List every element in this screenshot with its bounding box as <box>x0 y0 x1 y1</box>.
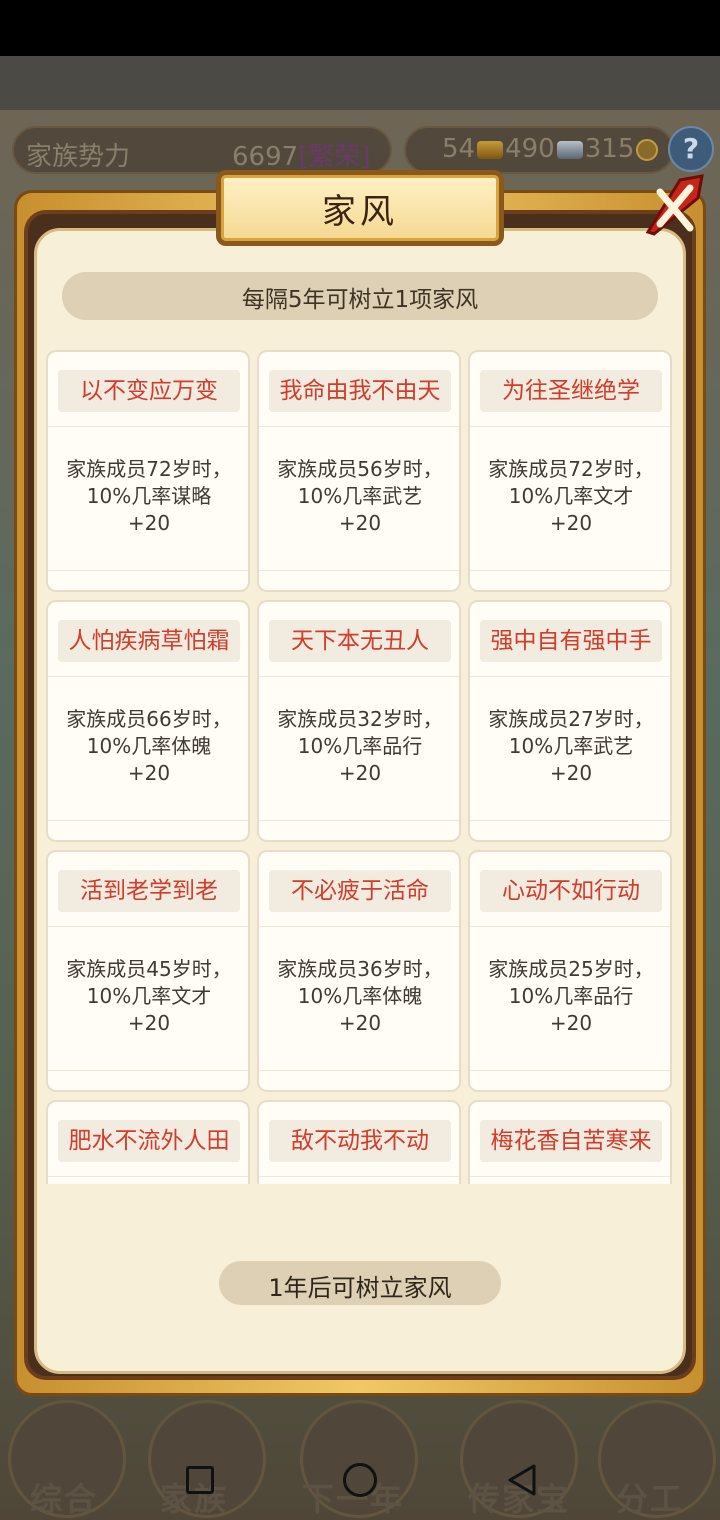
coin-count: 315 <box>584 134 635 164</box>
card-divider <box>470 676 670 677</box>
card-divider <box>470 1070 670 1071</box>
motto-description: 家族成员27岁时，10%几率武艺+20 <box>488 707 654 785</box>
card-divider <box>470 1176 670 1177</box>
gold-ingot-icon <box>477 140 504 159</box>
card-divider <box>48 820 248 821</box>
motto-description: 家族成员36岁时，10%几率体魄+20 <box>277 957 443 1035</box>
motto-card[interactable]: 不必疲于活命 家族成员36岁时，10%几率体魄+20 <box>257 850 461 1092</box>
help-button[interactable]: ? <box>668 126 714 172</box>
motto-title: 我命由我不由天 <box>269 370 451 412</box>
motto-description: 家族成员72岁时，10%几率文才+20 <box>488 457 654 535</box>
coin-icon <box>636 138 659 161</box>
motto-title: 为往圣继绝学 <box>480 370 662 412</box>
nav-item-overview[interactable]: 综合 <box>30 1474 98 1520</box>
close-icon[interactable] <box>640 172 710 244</box>
motto-card[interactable]: 肥水不流外人田 <box>46 1100 250 1184</box>
card-divider <box>259 926 459 927</box>
motto-card[interactable]: 梅花香自苦寒来 <box>468 1100 672 1184</box>
motto-title: 不必疲于活命 <box>269 870 451 912</box>
card-divider <box>259 1176 459 1177</box>
status-bar <box>0 0 720 56</box>
motto-card[interactable]: 心动不如行动 家族成员25岁时，10%几率品行+20 <box>468 850 672 1092</box>
card-divider <box>259 820 459 821</box>
home-icon[interactable] <box>343 1463 377 1497</box>
family-power-label: 家族势力 <box>26 142 131 172</box>
motto-description: 家族成员45岁时，10%几率文才+20 <box>66 957 232 1035</box>
motto-card[interactable]: 强中自有强中手 家族成员27岁时，10%几率武艺+20 <box>468 600 672 842</box>
card-divider <box>259 676 459 677</box>
motto-title: 敌不动我不动 <box>269 1120 451 1162</box>
nav-item-assignment[interactable]: 分工 <box>616 1474 684 1520</box>
card-divider <box>48 676 248 677</box>
motto-description: 家族成员25岁时，10%几率品行+20 <box>488 957 654 1035</box>
motto-title: 天下本无丑人 <box>269 620 451 662</box>
motto-card[interactable]: 敌不动我不动 <box>257 1100 461 1184</box>
motto-description: 家族成员66岁时，10%几率体魄+20 <box>66 707 232 785</box>
card-divider <box>470 570 670 571</box>
motto-title: 以不变应万变 <box>58 370 240 412</box>
motto-card[interactable]: 天下本无丑人 家族成员32岁时，10%几率品行+20 <box>257 600 461 842</box>
card-divider <box>48 1176 248 1177</box>
silver-ingot-icon <box>556 140 583 159</box>
motto-card[interactable]: 为往圣继绝学 家族成员72岁时，10%几率文才+20 <box>468 350 672 592</box>
motto-description: 家族成员72岁时，10%几率谋略+20 <box>66 457 232 535</box>
card-divider <box>48 570 248 571</box>
motto-title: 肥水不流外人田 <box>58 1120 240 1162</box>
motto-title: 强中自有强中手 <box>480 620 662 662</box>
motto-card[interactable]: 我命由我不由天 家族成员56岁时，10%几率武艺+20 <box>257 350 461 592</box>
motto-description: 家族成员56岁时，10%几率武艺+20 <box>277 457 443 535</box>
motto-title: 人怕疾病草怕霜 <box>58 620 240 662</box>
card-divider <box>470 926 670 927</box>
back-icon[interactable] <box>504 1462 540 1498</box>
family-motto-grid[interactable]: 以不变应万变 家族成员72岁时，10%几率谋略+20 我命由我不由天 家族成员5… <box>46 350 676 1184</box>
motto-card[interactable]: 以不变应万变 家族成员72岁时，10%几率谋略+20 <box>46 350 250 592</box>
motto-title: 梅花香自苦寒来 <box>480 1120 662 1162</box>
card-divider <box>48 1070 248 1071</box>
motto-card[interactable]: 人怕疾病草怕霜 家族成员66岁时，10%几率体魄+20 <box>46 600 250 842</box>
card-divider <box>48 426 248 427</box>
recent-apps-icon[interactable] <box>186 1466 214 1494</box>
power-number: 6697 <box>232 142 299 172</box>
dim-overlay <box>0 56 720 110</box>
next-motto-countdown: 1年后可树立家风 <box>268 1274 452 1302</box>
card-divider <box>470 820 670 821</box>
card-divider <box>259 1070 459 1071</box>
motto-title: 活到老学到老 <box>58 870 240 912</box>
card-divider <box>259 570 459 571</box>
family-power-value: 6697[繁荣] <box>232 136 370 173</box>
motto-description: 家族成员32岁时，10%几率品行+20 <box>277 707 443 785</box>
motto-card[interactable]: 活到老学到老 家族成员45岁时，10%几率文才+20 <box>46 850 250 1092</box>
gold-count: 54 <box>442 134 476 164</box>
card-divider <box>470 426 670 427</box>
card-divider <box>48 926 248 927</box>
motto-title: 心动不如行动 <box>480 870 662 912</box>
power-rank: [繁荣] <box>298 142 371 172</box>
resource-values: 54 490 315 <box>442 134 660 164</box>
card-divider <box>259 426 459 427</box>
modal-subtitle: 每隔5年可树立1项家风 <box>241 287 479 313</box>
modal-title: 家风 <box>322 192 398 232</box>
silver-count: 490 <box>505 134 555 164</box>
